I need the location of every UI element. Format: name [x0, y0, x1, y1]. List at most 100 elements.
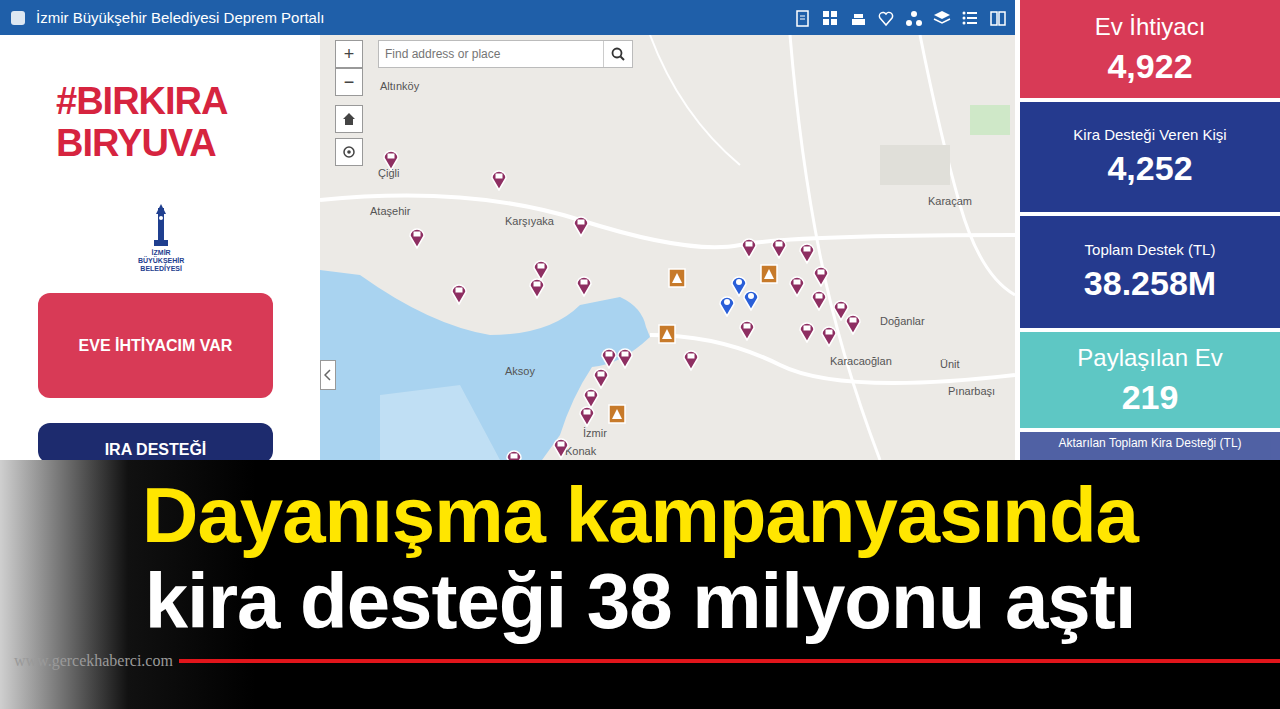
home-icon: [341, 111, 357, 127]
button-label: IRA DESTEĞİ: [105, 441, 207, 460]
place-label: Ataşehir: [370, 205, 410, 217]
place-label: Karaçam: [928, 195, 972, 207]
collapse-button[interactable]: [320, 360, 336, 390]
doc-icon[interactable]: [793, 9, 811, 27]
portal-body: #BIRKIRABIRYUVA İZMİRBÜYÜKŞEHİRBELEDİYESİ…: [0, 35, 1015, 460]
stat-label: Ev İhtiyacı: [1095, 13, 1206, 41]
aid-pin-icon[interactable]: [742, 287, 760, 311]
home-pin-icon[interactable]: [798, 319, 816, 343]
map-base: [320, 35, 1015, 460]
campaign-logo: #BIRKIRABIRYUVA: [56, 80, 227, 164]
home-pin-icon[interactable]: [450, 281, 468, 305]
headline-banner: Dayanışma kampanyasındakira desteği 38 m…: [0, 460, 1280, 709]
place-label: Karacaoğlan: [830, 355, 892, 367]
zoom-out-button[interactable]: −: [335, 68, 363, 96]
home-button[interactable]: [335, 105, 363, 133]
place-label: Konak: [565, 445, 596, 457]
rent-support-button[interactable]: IRA DESTEĞİ: [38, 423, 273, 460]
portal-main: İzmir Büyükşehir Belediyesi Deprem Porta…: [0, 0, 1015, 460]
home-pin-icon[interactable]: [616, 345, 634, 369]
home-pin-icon[interactable]: [592, 365, 610, 389]
home-pin-icon[interactable]: [575, 273, 593, 297]
home-pin-icon[interactable]: [820, 323, 838, 347]
stat-label: Aktarılan Toplam Kira Desteği (TL): [1058, 436, 1241, 450]
stats-panel: Ev İhtiyacı4,922Kira Desteği Veren Kişi4…: [1020, 0, 1280, 460]
municipality-logo: İZMİRBÜYÜKŞEHİRBELEDİYESİ: [138, 204, 184, 273]
stat-label: Paylaşılan Ev: [1077, 344, 1222, 372]
sign-pin-icon[interactable]: [658, 323, 676, 347]
button-label: EVE İHTİYACIM VAR: [79, 337, 233, 355]
sign-pin-icon[interactable]: [760, 263, 778, 287]
aid-pin-icon[interactable]: [718, 293, 736, 317]
stat-value: 38.258M: [1084, 264, 1216, 303]
stat-value: 4,252: [1107, 149, 1192, 188]
zoom-in-button[interactable]: +: [335, 40, 363, 68]
home-pin-icon[interactable]: [578, 403, 596, 427]
watermark: www.gercekhaberci.com: [14, 652, 173, 670]
home-pin-icon[interactable]: [798, 240, 816, 264]
place-label: Pınarbaşı: [948, 385, 995, 397]
stat-card: Toplam Destek (TL) 38.258M: [1020, 216, 1280, 328]
need-home-button[interactable]: EVE İHTİYACIM VAR: [38, 293, 273, 398]
home-pin-icon[interactable]: [505, 447, 523, 460]
home-pin-icon[interactable]: [812, 263, 830, 287]
stat-value: 4,922: [1107, 47, 1192, 86]
home-pin-icon[interactable]: [490, 167, 508, 191]
locate-button[interactable]: [335, 138, 363, 166]
home-pin-icon[interactable]: [810, 287, 828, 311]
top-bar: İzmir Büyükşehir Belediyesi Deprem Porta…: [0, 0, 1015, 35]
portal-icon: [10, 10, 26, 26]
search-input[interactable]: [379, 41, 603, 67]
stat-card: Ev İhtiyacı 4,922: [1020, 0, 1280, 98]
municipality-logo-text: BELEDİYESİ: [140, 265, 182, 273]
home-pin-icon[interactable]: [408, 225, 426, 249]
home-pin-icon[interactable]: [844, 311, 862, 335]
watermark-row: www.gercekhaberci.com: [0, 644, 1280, 670]
place-label: Doğanlar: [880, 315, 925, 327]
toolbar: [793, 9, 1007, 27]
municipality-logo-text: BÜYÜKŞEHİR: [138, 257, 184, 265]
place-label: Aksoy: [505, 365, 535, 377]
locate-icon: [341, 144, 357, 160]
home-pin-icon[interactable]: [382, 147, 400, 171]
home-pin-icon[interactable]: [600, 345, 618, 369]
home-pin-icon[interactable]: [682, 347, 700, 371]
place-label: Altınköy: [380, 80, 419, 92]
stack-icon[interactable]: [849, 9, 867, 27]
portal-title: İzmir Büyükşehir Belediyesi Deprem Porta…: [36, 9, 783, 26]
stat-label: Toplam Destek (TL): [1085, 241, 1216, 258]
headline-line: Dayanışma kampanyasında: [142, 472, 1138, 558]
search-box: [378, 40, 633, 68]
campaign-logo-line: BIRYUVA: [56, 122, 227, 164]
home-pin-icon[interactable]: [528, 275, 546, 299]
home-pin-icon[interactable]: [582, 385, 600, 409]
home-pin-icon[interactable]: [740, 235, 758, 259]
clock-tower-icon: [146, 204, 176, 249]
heart-icon[interactable]: [877, 9, 895, 27]
book-icon[interactable]: [989, 9, 1007, 27]
headline-line: kira desteği 38 milyonu aştı: [145, 558, 1136, 644]
place-label: Karşıyaka: [505, 215, 554, 227]
portal-screenshot: İzmir Büyükşehir Belediyesi Deprem Porta…: [0, 0, 1280, 460]
layers-icon[interactable]: [933, 9, 951, 27]
home-pin-icon[interactable]: [552, 435, 570, 459]
list-icon[interactable]: [961, 9, 979, 27]
place-label: Ünit: [940, 358, 960, 370]
home-pin-icon[interactable]: [572, 213, 590, 237]
home-pin-icon[interactable]: [788, 273, 806, 297]
sign-pin-icon[interactable]: [608, 403, 626, 427]
stat-card: Aktarılan Toplam Kira Desteği (TL): [1020, 432, 1280, 460]
home-pin-icon[interactable]: [770, 235, 788, 259]
search-button[interactable]: [603, 41, 632, 67]
campaign-logo-line: #BIRKIRA: [56, 80, 227, 122]
share-icon[interactable]: [905, 9, 923, 27]
red-rule: [179, 659, 1280, 663]
municipality-logo-text: İZMİR: [152, 249, 171, 257]
search-icon: [611, 47, 625, 61]
home-pin-icon[interactable]: [738, 317, 756, 341]
home-pin-icon[interactable]: [532, 257, 550, 281]
place-label: İzmir: [583, 427, 607, 439]
map[interactable]: AltınköyÇiğliAtaşehirKarşıyakaAksoyİzmir…: [320, 35, 1015, 460]
grid-icon[interactable]: [821, 9, 839, 27]
sign-pin-icon[interactable]: [668, 267, 686, 291]
